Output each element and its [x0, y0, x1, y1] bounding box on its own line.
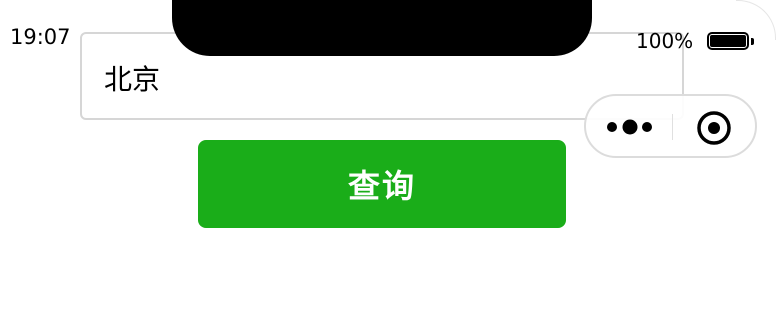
close-target-icon[interactable]	[694, 108, 734, 148]
mini-program-capsule	[584, 94, 757, 158]
query-button[interactable]: 查询	[198, 140, 566, 228]
capsule-divider	[672, 114, 673, 140]
more-dots-icon[interactable]	[604, 112, 656, 142]
battery-percent: 100%	[636, 29, 694, 53]
phone-screen: 19:07 100% 查询	[0, 0, 776, 312]
battery-icon	[707, 32, 754, 50]
device-notch	[172, 0, 592, 56]
status-time: 19:07	[10, 25, 71, 49]
city-input[interactable]	[104, 56, 624, 100]
